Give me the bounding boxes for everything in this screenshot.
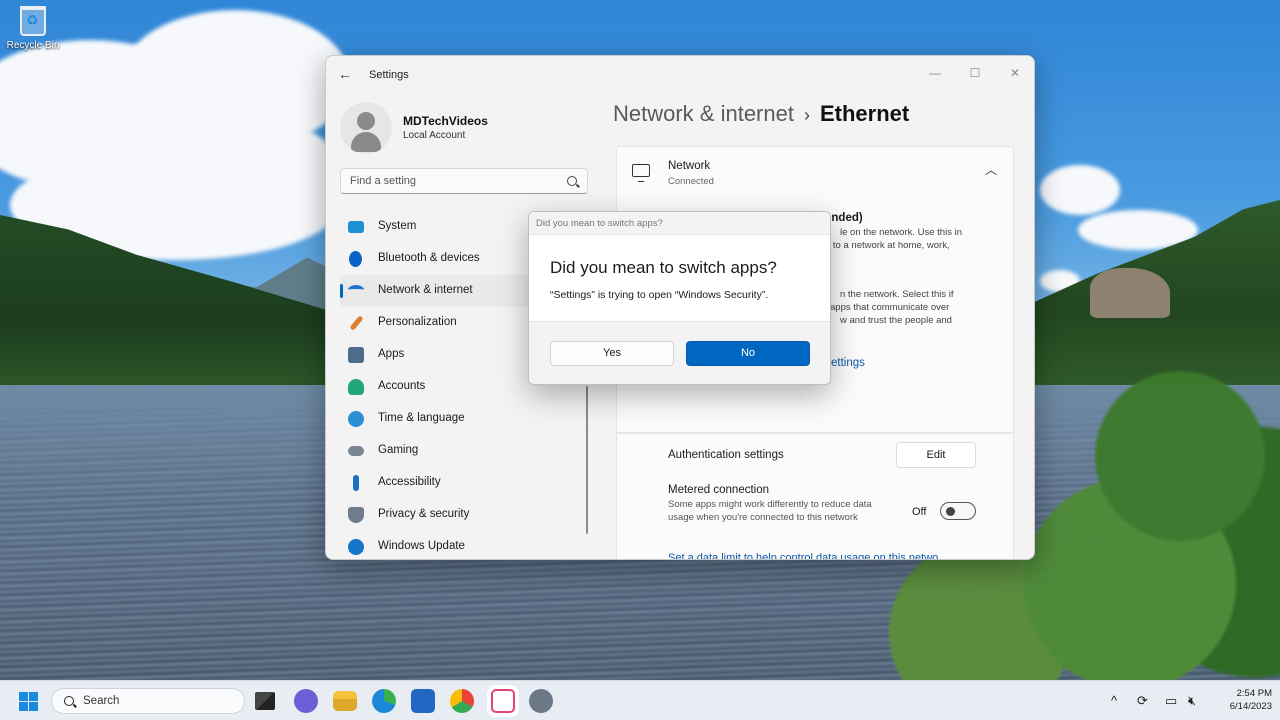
taskbar-search[interactable]: Search xyxy=(51,688,245,714)
start-button[interactable] xyxy=(19,692,38,711)
search-icon xyxy=(567,176,577,186)
apps-icon xyxy=(348,347,364,363)
monitor-icon xyxy=(348,221,364,233)
nav-label: Accounts xyxy=(378,380,426,392)
dialog-heading: Did you mean to switch apps? xyxy=(550,258,777,277)
recycle-bin-desktop-icon[interactable]: Recycle Bin xyxy=(4,6,62,51)
metered-description: Some apps might work differently to redu… xyxy=(668,499,872,523)
taskbar-search-label: Search xyxy=(83,695,120,707)
nav-label: Personalization xyxy=(378,316,457,328)
network-card[interactable]: Network Connected ︿ xyxy=(616,146,1014,194)
edit-authentication-button[interactable]: Edit xyxy=(896,442,976,468)
switch-apps-dialog: Did you mean to switch apps? Did you mea… xyxy=(528,211,831,385)
nav-label: Accessibility xyxy=(378,476,441,488)
person-icon xyxy=(348,379,364,395)
private-desc-line2: apps that communicate over xyxy=(830,302,950,313)
search-placeholder: Find a setting xyxy=(350,175,417,187)
nav-item-accessibility[interactable]: Accessibility xyxy=(340,467,590,499)
network-icon[interactable]: ▭ xyxy=(1165,693,1177,709)
private-desc-line3: w and trust the people and xyxy=(840,315,952,326)
speaker-muted-icon[interactable]: 🔇︎ xyxy=(1188,693,1196,709)
breadcrumb: Network & internet › Ethernet xyxy=(613,101,909,127)
clock-date: 6/14/2023 xyxy=(1229,701,1272,712)
nav-label: Gaming xyxy=(378,444,419,456)
nav-label: Privacy & security xyxy=(378,508,470,520)
network-title: Network xyxy=(668,160,711,172)
globe-clock-icon xyxy=(348,411,364,427)
dialog-footer: Yes No xyxy=(529,321,830,384)
metered-toggle[interactable] xyxy=(940,502,976,520)
metered-label: Metered connection xyxy=(668,484,770,496)
ethernet-monitor-icon xyxy=(632,164,650,182)
chat-icon[interactable] xyxy=(294,689,318,713)
avatar xyxy=(340,102,392,154)
nav-label: Bluetooth & devices xyxy=(378,252,480,264)
sync-icon[interactable]: ⟳ xyxy=(1137,693,1148,709)
recycle-bin-label: Recycle Bin xyxy=(6,40,60,51)
wifi-icon xyxy=(348,285,364,295)
nav-label: Time & language xyxy=(378,412,465,424)
recycle-bin-icon xyxy=(20,6,46,36)
taskbar: Search ^ ⟳ ▭ 🔇︎ 2:54 PM 6/14/2023 xyxy=(0,680,1280,720)
accessibility-icon xyxy=(353,475,359,491)
bluetooth-icon xyxy=(349,251,362,267)
data-limit-link[interactable]: Set a data limit to help control data us… xyxy=(668,552,938,559)
snipping-tool-icon[interactable] xyxy=(491,689,515,713)
task-view-icon[interactable] xyxy=(255,692,275,710)
page-title: Ethernet xyxy=(819,101,910,126)
edge-icon[interactable] xyxy=(372,689,396,713)
private-desc-line1: n the network. Select this if xyxy=(840,289,954,300)
network-status: Connected xyxy=(668,176,714,187)
minimize-button[interactable]: — xyxy=(922,62,948,84)
nav-label: Network & internet xyxy=(378,284,473,296)
nav-label: Windows Update xyxy=(378,540,465,552)
settings-search-input[interactable]: Find a setting xyxy=(340,168,588,194)
gamepad-icon xyxy=(348,446,364,456)
shield-icon xyxy=(348,507,364,523)
account-type: Local Account xyxy=(403,130,466,141)
nav-item-time-language[interactable]: Time & language xyxy=(340,403,590,435)
nav-item-privacy-security[interactable]: Privacy & security xyxy=(340,499,590,531)
clock-time: 2:54 PM xyxy=(1236,688,1272,699)
nav-label: Apps xyxy=(378,348,405,360)
dialog-message: “Settings” is trying to open “Windows Se… xyxy=(550,289,769,301)
store-icon[interactable] xyxy=(411,689,435,713)
settings-rows-card: Authentication settings Edit Metered con… xyxy=(616,433,1014,559)
search-icon xyxy=(64,696,74,706)
breadcrumb-parent[interactable]: Network & internet xyxy=(613,101,794,126)
nav-label: System xyxy=(378,220,417,232)
close-button[interactable]: ✕ xyxy=(1002,62,1028,84)
system-clock[interactable]: 2:54 PM 6/14/2023 xyxy=(1212,687,1272,713)
dialog-title: Did you mean to switch apps? xyxy=(536,218,663,229)
settings-app-title: Settings xyxy=(369,69,409,81)
metered-toggle-state: Off xyxy=(912,506,927,518)
public-desc-line2: d to a network at home, work, xyxy=(825,240,950,251)
back-arrow-icon[interactable]: ← xyxy=(338,66,352,82)
public-desc-line1: le on the network. Use this in xyxy=(840,227,962,238)
settings-titlebar[interactable]: ← Settings — ☐ ✕ xyxy=(326,56,1034,94)
settings-gear-icon[interactable] xyxy=(529,689,553,713)
nav-item-gaming[interactable]: Gaming xyxy=(340,435,590,467)
chevron-up-icon[interactable]: ︿ xyxy=(985,161,997,178)
chrome-icon[interactable] xyxy=(450,689,474,713)
no-button[interactable]: No xyxy=(686,341,810,366)
authentication-label: Authentication settings xyxy=(668,449,784,461)
update-icon xyxy=(348,539,364,555)
dialog-titlebar[interactable]: Did you mean to switch apps? xyxy=(529,212,830,235)
breadcrumb-separator: › xyxy=(803,105,810,125)
user-name: MDTechVideos xyxy=(403,114,488,128)
yes-button[interactable]: Yes xyxy=(550,341,674,366)
nav-scrollbar[interactable] xyxy=(586,386,588,534)
nav-item-windows-update[interactable]: Windows Update xyxy=(340,531,590,559)
file-explorer-icon[interactable] xyxy=(333,691,357,711)
brush-icon xyxy=(349,315,364,331)
maximize-button[interactable]: ☐ xyxy=(962,62,988,84)
show-hidden-icons-chevron-icon[interactable]: ^ xyxy=(1111,693,1117,708)
